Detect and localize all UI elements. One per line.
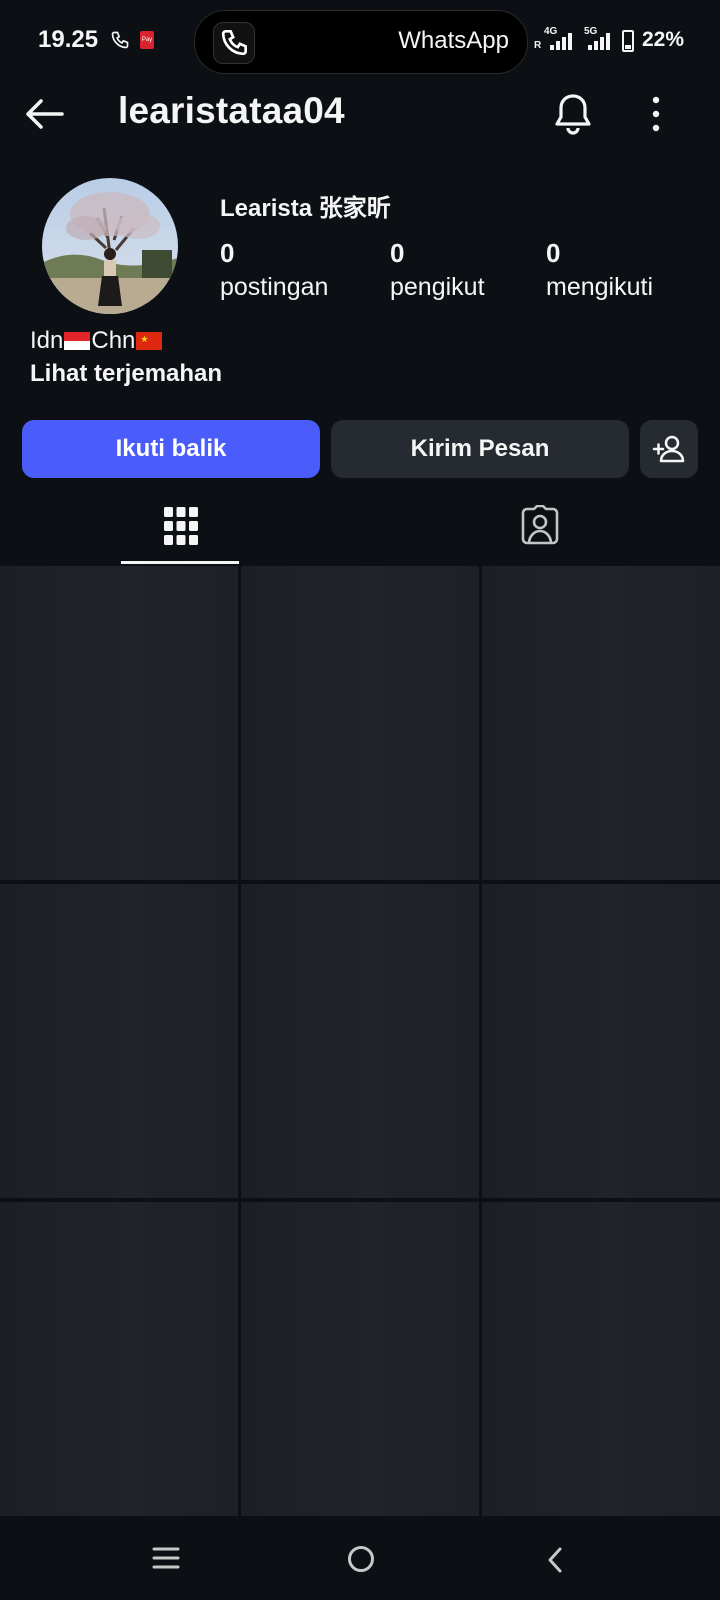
suggest-users-button[interactable] (640, 420, 698, 478)
post-placeholder (0, 1202, 238, 1516)
china-flag-icon: ★ (136, 332, 163, 350)
tagged-person-icon (521, 505, 559, 545)
profile-avatar[interactable] (42, 178, 178, 314)
bio-text-1: Idn (30, 327, 64, 354)
tab-tagged[interactable] (480, 490, 600, 562)
grid-icon (164, 507, 198, 545)
see-translation-link[interactable]: Lihat terjemahan (30, 360, 222, 388)
stat-following-count: 0 (546, 238, 561, 268)
send-message-button[interactable]: Kirim Pesan (331, 420, 629, 478)
signal-bars-1-icon (550, 32, 572, 50)
nav-back-icon[interactable] (546, 1546, 564, 1574)
add-person-icon (652, 435, 685, 463)
stat-posts-count: 0 (220, 238, 235, 268)
call-app-name: WhatsApp (398, 27, 509, 54)
stat-posts-label: postingan (220, 273, 329, 301)
stat-posts[interactable]: 0 postingan (220, 236, 328, 304)
post-placeholder (482, 1202, 720, 1516)
back-arrow-icon[interactable] (22, 92, 66, 136)
tab-posts[interactable] (121, 490, 241, 562)
post-placeholder (482, 566, 720, 880)
post-placeholder (0, 884, 238, 1198)
home-icon[interactable] (348, 1546, 374, 1572)
signal-bars-2-icon (588, 32, 610, 50)
signal-indicators: 4G R 5G (534, 26, 624, 56)
phone-call-icon (111, 31, 129, 49)
stat-followers-label: pengikut (390, 273, 485, 301)
roaming-indicator: R (534, 40, 542, 51)
whatsapp-call-icon (213, 22, 255, 64)
profile-username: learistataa04 (118, 90, 345, 131)
battery-level-fill (625, 45, 631, 49)
status-bar: 19.25 Pay WhatsApp 4G R 5G 22% (0, 0, 720, 84)
post-placeholder (241, 884, 479, 1198)
active-tab-indicator (121, 561, 239, 564)
post-placeholder (0, 566, 238, 880)
recent-apps-icon[interactable] (152, 1546, 180, 1570)
stat-following-label: mengikuti (546, 273, 653, 301)
stat-followers-count: 0 (390, 238, 405, 268)
stat-followers[interactable]: 0 pengikut (390, 236, 485, 304)
profile-bio: Idn Chn ★ (30, 327, 163, 355)
posts-grid (0, 566, 720, 1521)
battery-icon (622, 30, 634, 52)
notification-bell-icon[interactable] (552, 92, 594, 136)
status-time: 19.25 (38, 26, 99, 53)
post-placeholder (241, 1202, 479, 1516)
pay-app-icon: Pay (140, 31, 154, 49)
follow-back-button[interactable]: Ikuti balik (22, 420, 320, 478)
bio-text-2: Chn (91, 327, 136, 354)
ongoing-call-pill[interactable]: WhatsApp (194, 10, 528, 74)
stat-following[interactable]: 0 mengikuti (546, 236, 653, 304)
profile-display-name: Learista 张家昕 (220, 195, 391, 222)
post-placeholder (482, 884, 720, 1198)
battery-percent: 22% (642, 28, 685, 51)
indonesia-flag-icon (64, 332, 91, 350)
post-placeholder (241, 566, 479, 880)
more-options-icon[interactable] (648, 94, 664, 134)
